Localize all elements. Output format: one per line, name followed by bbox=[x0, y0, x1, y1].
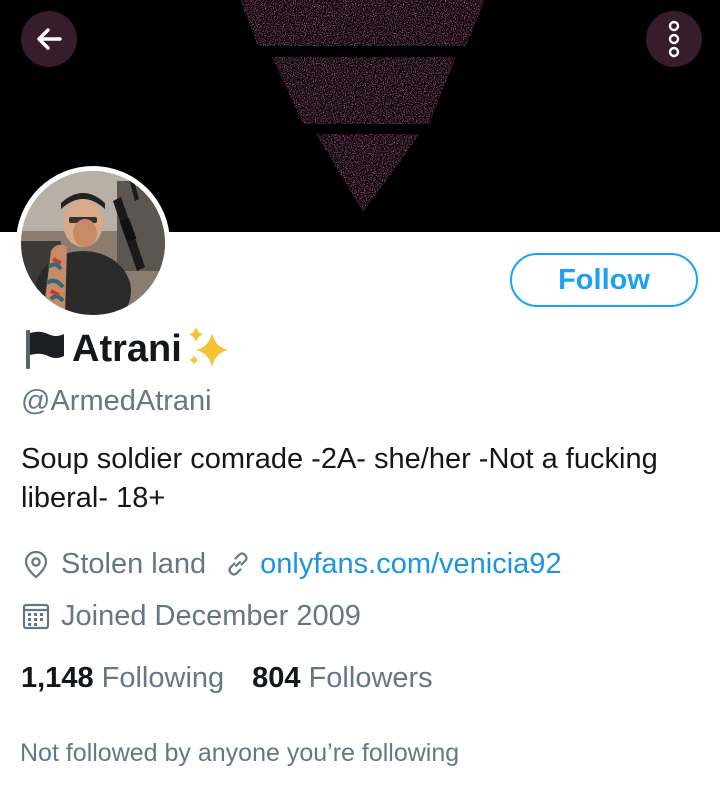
display-name: Atrani bbox=[72, 328, 182, 370]
black-flag-icon bbox=[26, 330, 64, 369]
user-handle: @ArmedAtrani bbox=[21, 385, 212, 417]
followers-stat[interactable]: 804 Followers bbox=[252, 659, 433, 697]
avatar[interactable] bbox=[16, 166, 170, 320]
display-name-row: Atrani bbox=[22, 326, 234, 372]
more-options-button[interactable] bbox=[646, 11, 702, 67]
follow-stats: 1,148 Following 804 Followers bbox=[21, 659, 433, 697]
followers-label: Followers bbox=[308, 662, 433, 694]
back-button[interactable] bbox=[21, 11, 77, 67]
following-count: 1,148 bbox=[21, 662, 94, 694]
website-link[interactable]: onlyfans.com/venicia92 bbox=[260, 546, 561, 582]
joined-date: Joined December 2009 bbox=[61, 600, 361, 632]
following-stat[interactable]: 1,148 Following bbox=[21, 659, 224, 697]
arrow-left-icon bbox=[37, 28, 62, 50]
sparkles-icon bbox=[188, 327, 228, 367]
profile-meta-joined: Joined December 2009 bbox=[21, 598, 361, 634]
link-icon bbox=[228, 552, 248, 576]
not-followed-notice: Not followed by anyone you’re following bbox=[20, 739, 460, 767]
more-vertical-icon bbox=[668, 20, 680, 58]
avatar-image bbox=[21, 171, 165, 315]
location-text: Stolen land bbox=[61, 548, 207, 580]
calendar-icon bbox=[22, 603, 50, 630]
following-label: Following bbox=[101, 662, 225, 694]
profile-meta-location-website: Stolen land onlyfans.com/venicia92 bbox=[21, 546, 562, 582]
followers-count: 804 bbox=[252, 662, 301, 694]
profile-bio: Soup soldier comrade -2A- she/her -Not a… bbox=[21, 443, 658, 514]
follow-button[interactable]: Follow bbox=[510, 253, 698, 307]
location-pin-icon bbox=[24, 550, 48, 579]
